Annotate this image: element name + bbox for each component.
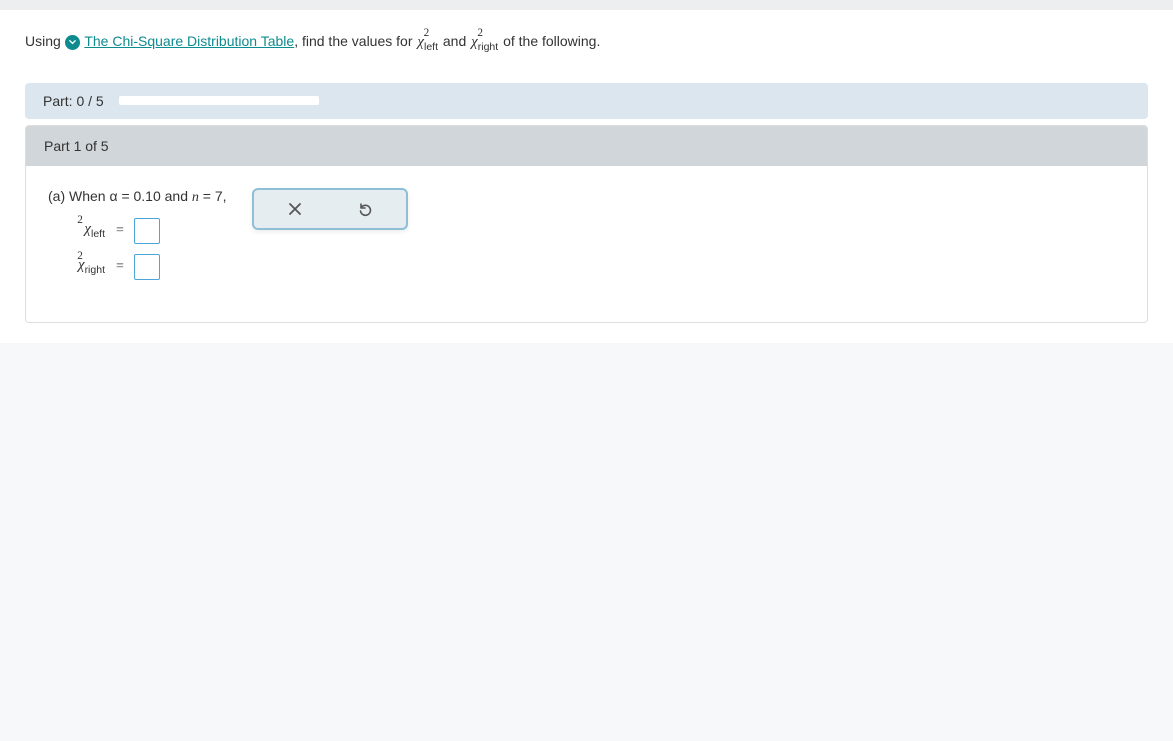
chi-right-symbol: χ2right — [471, 35, 498, 53]
progress-header: Part: 0 / 5 — [25, 83, 1148, 119]
top-bar — [0, 0, 1173, 10]
answer-toolbar — [252, 188, 408, 230]
prompt-mid1: , find the values for — [294, 33, 416, 49]
chi-left-row: χ2left = — [70, 218, 227, 244]
progress-bar — [119, 96, 319, 105]
question-column: (a) When α = 0.10 and n = 7, χ2left = χ2… — [48, 188, 227, 290]
close-icon — [288, 202, 302, 216]
reset-button[interactable] — [354, 198, 376, 220]
n-var: n — [192, 190, 199, 205]
prompt-suffix: of the following. — [499, 33, 600, 49]
undo-icon — [357, 201, 373, 217]
clear-button[interactable] — [284, 198, 306, 220]
expand-icon[interactable] — [65, 35, 80, 50]
equals-sign: = — [116, 223, 124, 239]
progress-label: Part: 0 / 5 — [43, 93, 104, 109]
chi-right-label: χ2right — [71, 258, 105, 276]
prompt-prefix: Using — [25, 33, 65, 49]
prompt-and: and — [439, 33, 470, 49]
chi-square-table-link[interactable]: The Chi-Square Distribution Table — [84, 33, 294, 49]
chi-right-row: χ2right = — [70, 254, 227, 280]
main-content: Using The Chi-Square Distribution Table,… — [0, 10, 1173, 343]
part-panel-body: (a) When α = 0.10 and n = 7, χ2left = χ2… — [26, 166, 1147, 322]
part-panel-title: Part 1 of 5 — [26, 126, 1147, 166]
part-panel: Part 1 of 5 (a) When α = 0.10 and n = 7,… — [25, 125, 1148, 323]
chi-right-input[interactable] — [134, 254, 160, 280]
question-a-text: (a) When α = 0.10 and n = 7, — [48, 188, 227, 206]
chi-left-input[interactable] — [134, 218, 160, 244]
chi-left-label: χ2left — [71, 222, 105, 240]
chi-left-symbol: χ2left — [417, 35, 438, 53]
equals-sign: = — [116, 259, 124, 275]
prompt-text: Using The Chi-Square Distribution Table,… — [25, 30, 1148, 53]
